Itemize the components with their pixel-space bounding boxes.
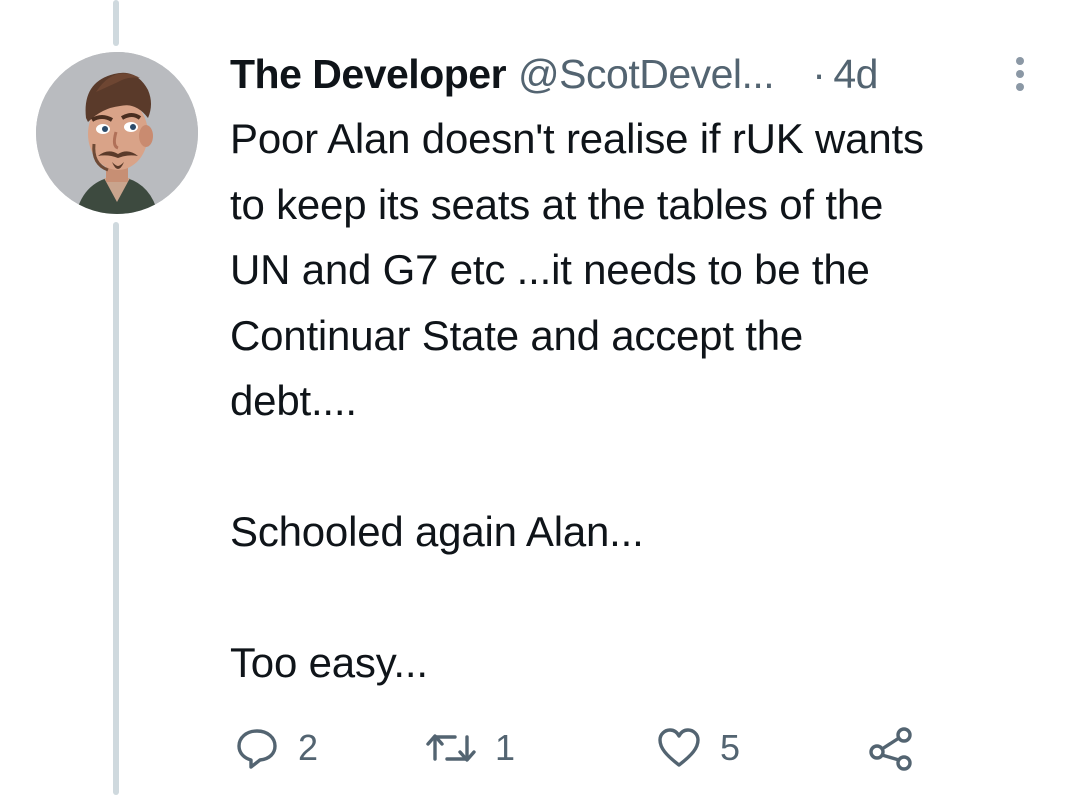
like-button[interactable]: 5 bbox=[656, 718, 740, 778]
retweet-button[interactable]: 1 bbox=[425, 718, 515, 778]
tweet-timestamp[interactable]: 4d bbox=[833, 51, 878, 98]
avatar[interactable] bbox=[36, 52, 198, 214]
reply-button[interactable]: 2 bbox=[234, 718, 318, 778]
author-display-name[interactable]: The Developer bbox=[230, 51, 507, 98]
tweet-text: Poor Alan doesn't realise if rUK wants t… bbox=[230, 115, 924, 686]
thread-line-bottom bbox=[113, 222, 119, 795]
retweet-count: 1 bbox=[495, 727, 516, 768]
reply-count: 2 bbox=[298, 727, 319, 768]
share-icon bbox=[869, 727, 912, 771]
share-button[interactable] bbox=[866, 718, 918, 778]
tweet-actions: 2 1 5 bbox=[0, 718, 1073, 778]
cartoon-man-avatar-icon bbox=[36, 52, 198, 214]
thread-line-top bbox=[113, 0, 119, 46]
heart-icon bbox=[658, 728, 700, 767]
like-count: 5 bbox=[720, 727, 741, 768]
reply-icon bbox=[237, 729, 277, 769]
tweet-header: The Developer @ScotDevel... · 4d bbox=[230, 50, 1050, 98]
author-handle[interactable]: @ScotDevel... bbox=[518, 51, 775, 98]
separator-dot: · bbox=[812, 50, 826, 97]
more-vertical-icon[interactable] bbox=[1011, 52, 1029, 96]
retweet-icon bbox=[426, 734, 476, 762]
